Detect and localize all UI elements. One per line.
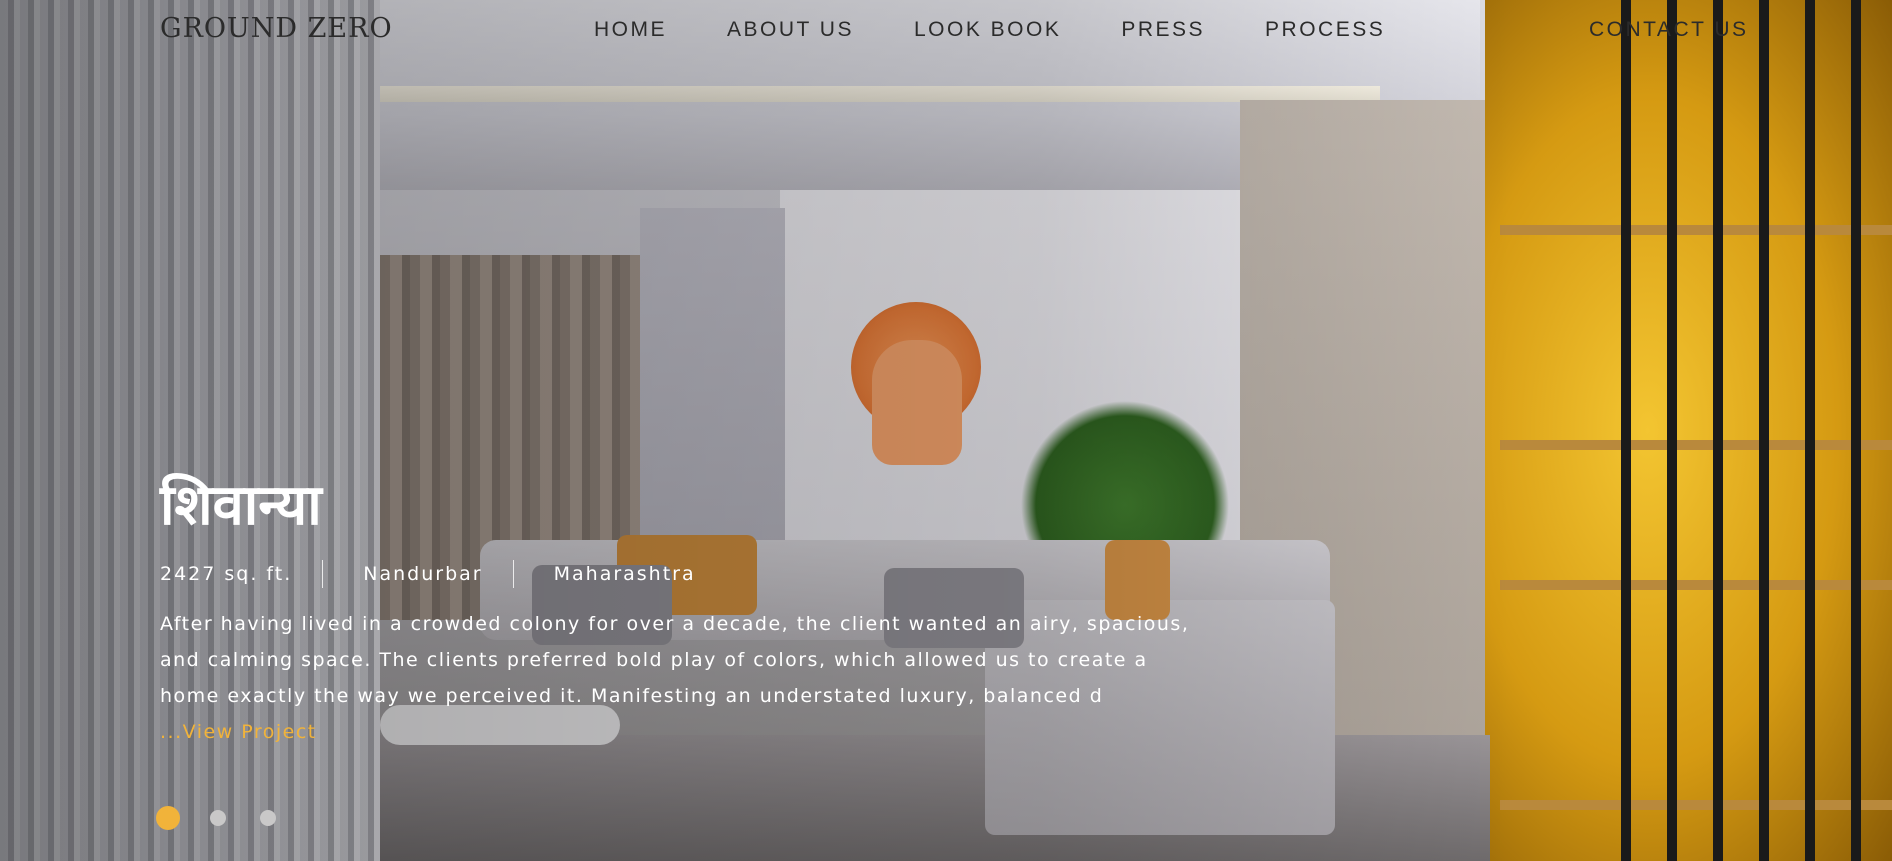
slide-dot-3[interactable]: [260, 810, 276, 826]
nav-contact-us[interactable]: CONTACT US: [1589, 18, 1749, 42]
contact-nav: CONTACT US: [1589, 0, 1749, 60]
slide-dot-2[interactable]: [210, 810, 226, 826]
meta-divider: [322, 560, 324, 588]
project-title: शिवान्या: [160, 473, 322, 538]
slider-pagination: [160, 810, 310, 826]
project-meta: 2427 sq. ft. Nandurbar Maharashtra: [160, 560, 1200, 588]
project-city: Nandurbar: [363, 563, 483, 585]
project-area: 2427 sq. ft.: [160, 563, 293, 585]
nav-home[interactable]: HOME: [594, 18, 667, 42]
slide-dot-1[interactable]: [160, 810, 176, 826]
meta-divider: [512, 560, 514, 588]
nav-process[interactable]: PROCESS: [1265, 18, 1385, 42]
nav-press[interactable]: PRESS: [1121, 18, 1205, 42]
project-description: After having lived in a crowded colony f…: [160, 613, 1190, 707]
view-project-link[interactable]: ...View Project: [160, 714, 1200, 750]
nav-about-us[interactable]: ABOUT US: [727, 18, 854, 42]
nav-look-book[interactable]: LOOK BOOK: [914, 18, 1061, 42]
hero-content: शिवान्या 2427 sq. ft. Nandurbar Maharash…: [160, 468, 1200, 750]
project-state: Maharashtra: [553, 563, 696, 585]
site-logo[interactable]: GROUND ZERO: [160, 13, 393, 44]
main-nav: HOME ABOUT US LOOK BOOK PRESS PROCESS: [594, 0, 1445, 60]
